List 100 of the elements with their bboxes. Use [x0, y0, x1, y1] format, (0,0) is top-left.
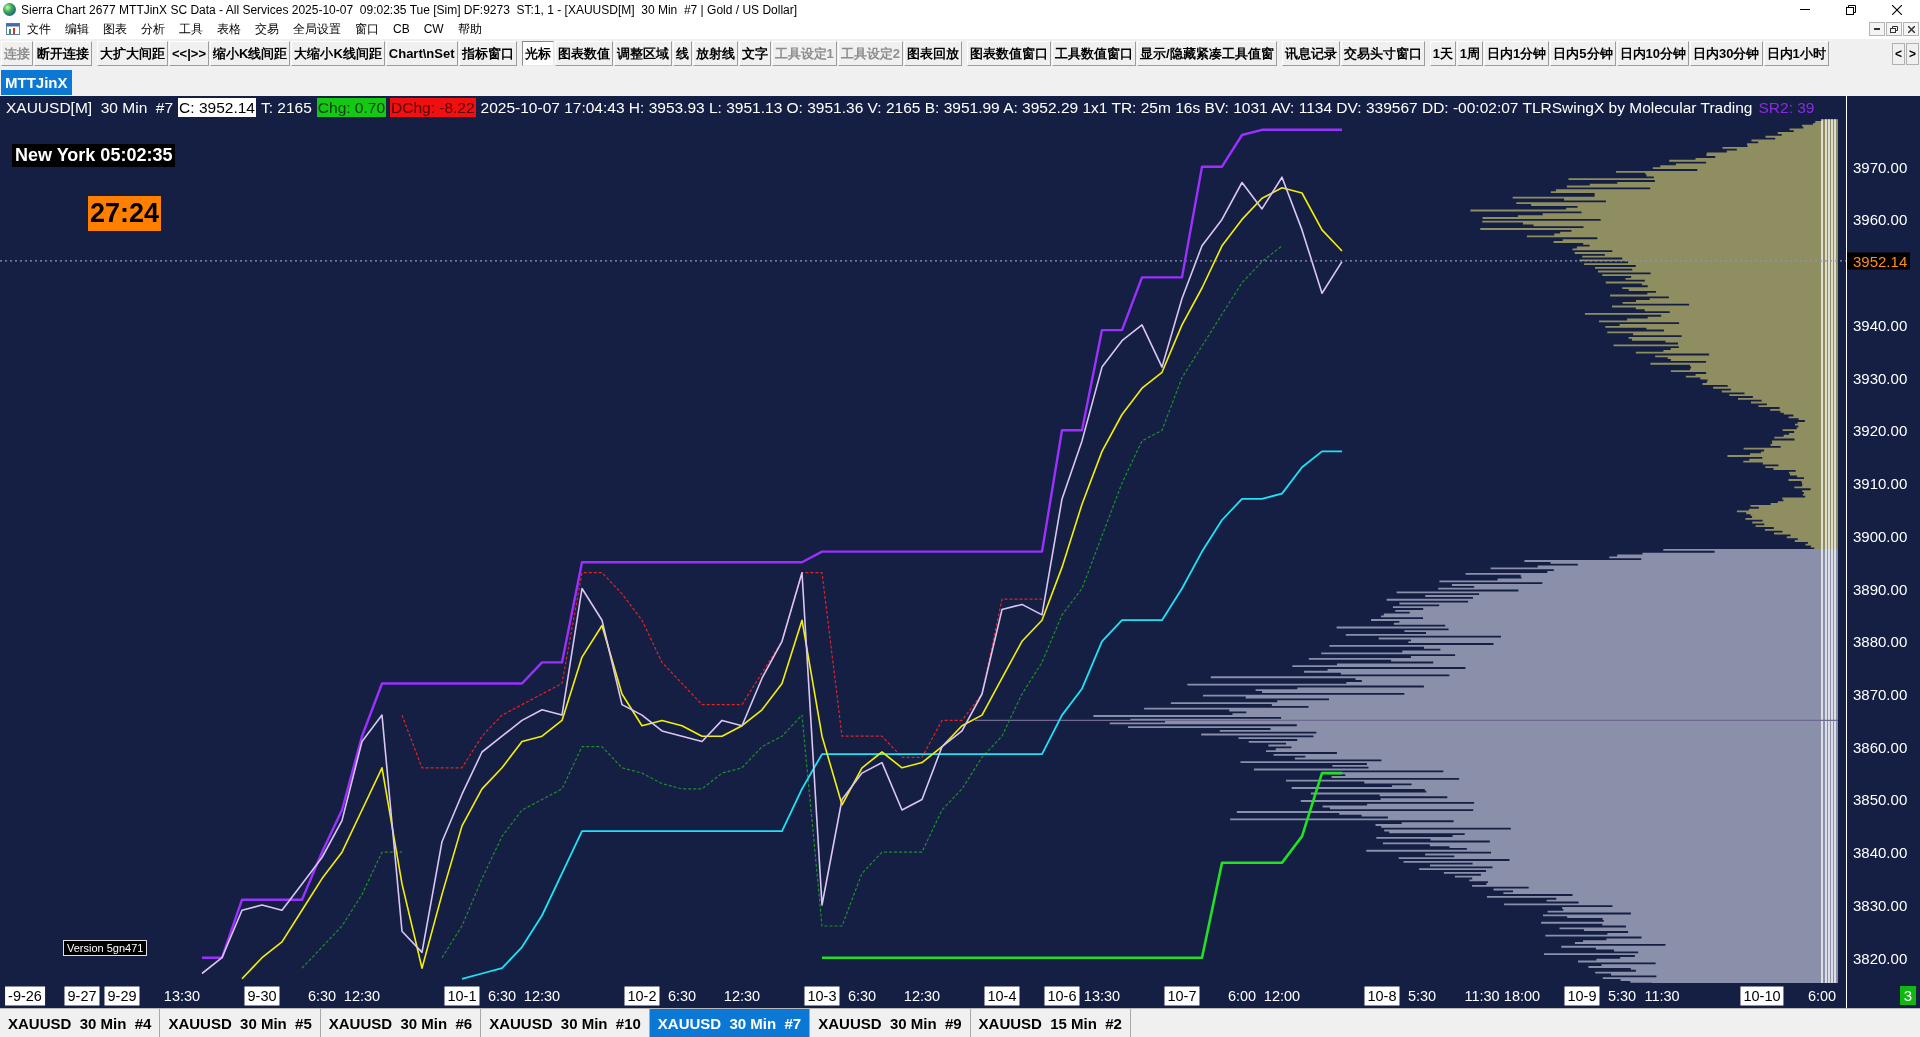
scroll-button[interactable]: >	[1906, 42, 1919, 65]
version-label: Version 5gn471	[63, 940, 148, 956]
toolbar-button[interactable]: 1天	[1429, 41, 1456, 66]
date-axis-label: 10-6	[1044, 986, 1080, 1005]
time-axis-label: 6:30	[306, 986, 338, 1005]
chart-info-text: XAUUSD[M] 30 Min #7	[5, 98, 175, 117]
chart-tab[interactable]: XAUUSD 30 Min #7	[649, 1009, 811, 1037]
time-axis-label: 11:30	[1643, 986, 1681, 1005]
date-axis-label: 10-7	[1164, 986, 1200, 1005]
toolbar-button[interactable]: 断开连接	[34, 41, 92, 66]
restore-icon	[1890, 25, 1898, 33]
minimize-icon	[1874, 28, 1880, 30]
toolbar-button[interactable]: 大扩大间距	[97, 41, 168, 66]
toolbar-button[interactable]: Chart\nSet	[385, 41, 458, 66]
menu-item[interactable]: CW	[416, 22, 451, 36]
menu-item[interactable]: CB	[386, 22, 417, 36]
price-axis-label: 3860.00	[1853, 738, 1908, 756]
toolbar-button[interactable]: 日内5分钟	[1550, 41, 1616, 66]
close-button[interactable]	[1903, 22, 1919, 36]
change-tag: Chg: 0.70	[316, 98, 387, 117]
date-axis-label: 10-1	[444, 986, 480, 1005]
toolbar-button[interactable]: 图表数值	[554, 41, 613, 66]
price-axis-label: 3910.00	[1853, 474, 1908, 492]
date-axis-label: 10-3	[804, 986, 840, 1005]
toolbar-button[interactable]: 文字	[738, 41, 771, 66]
scroll-button[interactable]: <	[1892, 42, 1905, 65]
minimize-button[interactable]	[1869, 22, 1885, 36]
toolbar-button[interactable]: 讯息记录	[1281, 41, 1340, 66]
menu-item[interactable]: 帮助	[450, 20, 489, 38]
toolbar-button[interactable]: 调整区域	[613, 41, 672, 66]
toolbar-button[interactable]: 线	[672, 41, 692, 66]
price-axis-label: 3880.00	[1853, 632, 1908, 650]
close-price-tag: C: 3952.14	[178, 98, 256, 117]
menu-item[interactable]: 交易	[248, 20, 286, 38]
last-price-label: 3952.14	[1847, 252, 1911, 270]
window-title: Sierra Chart 2677 MTTJinX SC Data - All Services 2025-10-07 09:02:35 Tue [Sim] DF:9273 ST:1, 1 - [XAUUSD[M] 30 Min #7 | Gold / US Dollar]	[21, 2, 799, 17]
time-axis-label: 5:30	[1606, 986, 1638, 1005]
price-axis-label: 3960.00	[1853, 210, 1908, 228]
count-indicator: 3	[1899, 986, 1916, 1005]
toolbar-button[interactable]: 指标窗口	[458, 41, 517, 66]
date-axis-label: 10-10	[1740, 986, 1784, 1005]
toolbar-button[interactable]: 缩小K线间距	[210, 41, 291, 66]
toolbar-button[interactable]: <<|>>	[169, 41, 209, 66]
date-axis-label: 10-2	[624, 986, 660, 1005]
time-axis-label: 6:00	[1226, 986, 1258, 1005]
time-axis-label: 12:30	[722, 986, 762, 1005]
date-axis-label: 10-8	[1364, 986, 1400, 1005]
time-axis-label: 6:30	[486, 986, 518, 1005]
toolbar-button[interactable]: 显示/隐藏紧凑工具值窗	[1137, 41, 1277, 66]
toolbar-button[interactable]: 交易头寸窗口	[1340, 41, 1425, 66]
time-axis-label: 12:30	[342, 986, 382, 1005]
price-axis-label: 3930.00	[1853, 369, 1908, 387]
menu-item[interactable]: 窗口	[348, 20, 386, 38]
toolbar-button[interactable]: 图表回放	[904, 41, 962, 66]
chart-tab[interactable]: MTTJinX	[1, 69, 72, 95]
price-axis-label: 3890.00	[1853, 580, 1908, 598]
toolbar-button[interactable]: 日内30分钟	[1690, 41, 1763, 66]
toolbar-button[interactable]: 日内10分钟	[1616, 41, 1690, 66]
time-axis-label: 18:00	[1502, 986, 1542, 1005]
toolbar-button[interactable]: 图表数值窗口	[967, 41, 1051, 66]
menu-item[interactable]: 工具	[172, 20, 210, 38]
toolbar-button[interactable]: 大缩小K线间距	[291, 41, 385, 66]
toolbar-button[interactable]: 工具数值窗口	[1052, 41, 1136, 66]
date-axis-label: 10-4	[984, 986, 1020, 1005]
close-icon	[1892, 4, 1902, 15]
time-axis-label: 6:30	[666, 986, 698, 1005]
menu-item[interactable]: 文件	[20, 20, 58, 38]
price-axis-label: 3820.00	[1853, 949, 1908, 967]
menu-item[interactable]: 编辑	[58, 20, 96, 38]
menu-item[interactable]: 全局设置	[286, 20, 348, 38]
toolbar-button[interactable]: 日内1小时	[1763, 41, 1829, 66]
date-axis-label: 9-27	[64, 986, 100, 1005]
time-axis-label: 12:30	[522, 986, 562, 1005]
restore-icon	[1846, 4, 1856, 15]
toolbar-button[interactable]: 放射线	[692, 41, 738, 66]
restore-button[interactable]	[1886, 22, 1902, 36]
time-axis-label: 13:30	[1082, 986, 1122, 1005]
menu-item[interactable]: 图表	[96, 20, 134, 38]
chart-window-icon[interactable]	[6, 23, 20, 35]
toolbar-button[interactable]: 日内1分钟	[1484, 41, 1550, 66]
chart-info-text: T: 2165	[259, 98, 313, 117]
date-axis-label: 10-9	[1564, 986, 1600, 1005]
price-axis-label: 3920.00	[1853, 421, 1908, 439]
time-axis-label: 6:30	[846, 986, 878, 1005]
minimize-icon	[1800, 9, 1810, 10]
menu-item[interactable]: 表格	[210, 20, 248, 38]
time-axis-label: 12:00	[1262, 986, 1302, 1005]
time-axis-label: 5:30	[1406, 986, 1438, 1005]
date-axis-label: -9-26	[5, 986, 45, 1005]
date-axis-label: 9-30	[244, 986, 280, 1005]
toolbar-button[interactable]: 1周	[1456, 41, 1484, 66]
chart-info-text: 2025-10-07 17:04:43 H: 3953.93 L: 3951.13 O: 3951.36 V: 2165 B: 3951.99 A: 3952.29 1x1 TR: 25m 16s BV: 1031 AV: 1134 DV: 339567 DD: -00:02:07 TLRSwingX by Molecular Trading	[479, 98, 1754, 117]
close-icon	[1907, 25, 1915, 33]
study-value-text: SR2: 39	[1757, 98, 1816, 117]
price-axis-label: 3940.00	[1853, 316, 1908, 334]
price-axis-label: 3850.00	[1853, 790, 1908, 808]
toolbar-button[interactable]: 光标	[521, 41, 554, 66]
menu-item[interactable]: 分析	[134, 20, 172, 38]
app-icon	[3, 3, 16, 16]
price-axis-label: 3840.00	[1853, 843, 1908, 861]
